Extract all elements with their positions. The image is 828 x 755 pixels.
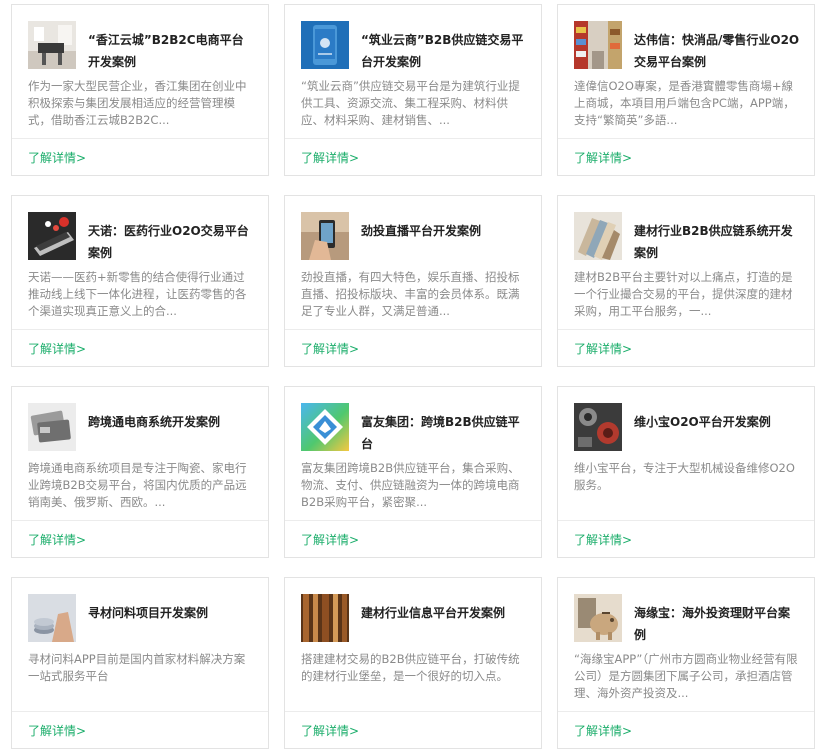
wood-texture-icon[interactable] xyxy=(301,594,349,642)
color-swatches-icon[interactable] xyxy=(574,212,622,260)
case-description: 搭建建材交易的B2B供应链平台，打破传统的建材行业堡垒，是一个很好的切入点。 xyxy=(301,652,520,683)
case-card[interactable]: 建材行业B2B供应链系统开发案例 建材B2B平台主要针对以上痛点，打造的是一个行… xyxy=(557,195,815,367)
case-title[interactable]: 海缘宝：海外投资理财平台案例 xyxy=(634,602,800,646)
bank-cards-icon[interactable] xyxy=(28,403,76,451)
case-card-header: 维小宝O2O平台开发案例 xyxy=(574,403,800,455)
case-title[interactable]: 天诺：医药行业O2O交易平台案例 xyxy=(88,220,254,264)
case-card[interactable]: 富友集团：跨境B2B供应链平台 富友集团跨境B2B供应链平台，集合采购、物流、支… xyxy=(284,386,542,558)
case-description: “筑业云商”供应链交易平台是为建筑行业提供工具、资源交流、集工程采购、材料供应、… xyxy=(301,79,520,127)
case-description: 建材B2B平台主要针对以上痛点，打造的是一个行业撮合交易的平台，提供深度的建材采… xyxy=(574,270,793,318)
learn-more-link[interactable]: 了解详情> xyxy=(28,722,86,739)
case-card[interactable]: 建材行业信息平台开发案例 搭建建材交易的B2B供应链平台，打破传统的建材行业堡垒… xyxy=(284,577,542,749)
learn-more-link[interactable]: 了解详情> xyxy=(301,340,359,357)
case-title[interactable]: 寻材问料项目开发案例 xyxy=(88,602,254,624)
case-card[interactable]: 达伟信：快消品/零售行业O2O交易平台案例 達偉信O2O專案，是香港實體零售商場… xyxy=(557,4,815,176)
case-card-footer: 了解详情> xyxy=(12,711,268,748)
case-title[interactable]: 建材行业信息平台开发案例 xyxy=(361,602,527,624)
case-title[interactable]: 富友集团：跨境B2B供应链平台 xyxy=(361,411,527,455)
case-card[interactable]: 跨境通电商系统开发案例 跨境通电商系统项目是专注于陶瓷、家电行业跨境B2B交易平… xyxy=(11,386,269,558)
case-card[interactable]: “香江云城”B2B2C电商平台开发案例 作为一家大型民营企业，香江集团在创业中积… xyxy=(11,4,269,176)
case-card-footer: 了解详情> xyxy=(12,329,268,366)
machinery-parts-icon[interactable] xyxy=(574,403,622,451)
case-title[interactable]: “筑业云商”B2B供应链交易平台开发案例 xyxy=(361,29,527,73)
fuyou-logo-icon[interactable] xyxy=(301,403,349,451)
case-description: 作为一家大型民营企业，香江集团在创业中积极探索与集团发展相适应的经营管理模式，借… xyxy=(28,79,247,127)
case-card-footer: 了解详情> xyxy=(285,520,541,557)
case-description: 跨境通电商系统项目是专注于陶瓷、家电行业跨境B2B交易平台，将国内优质的产品远销… xyxy=(28,461,247,509)
case-card-header: 劲投直播平台开发案例 xyxy=(301,212,527,264)
case-title[interactable]: “香江云城”B2B2C电商平台开发案例 xyxy=(88,29,254,73)
case-description: “海缘宝APP”（广州市方圆商业物业经营有限公司）是方圆集团下属子公司，承担酒店… xyxy=(574,652,798,700)
case-card-header: “筑业云商”B2B供应链交易平台开发案例 xyxy=(301,21,527,73)
learn-more-link[interactable]: 了解详情> xyxy=(301,149,359,166)
case-card-footer: 了解详情> xyxy=(285,711,541,748)
case-title[interactable]: 维小宝O2O平台开发案例 xyxy=(634,411,800,433)
case-card[interactable]: 海缘宝：海外投资理财平台案例 “海缘宝APP”（广州市方圆商业物业经营有限公司）… xyxy=(557,577,815,749)
phone-app-icon[interactable] xyxy=(301,21,349,69)
case-card-header: 海缘宝：海外投资理财平台案例 xyxy=(574,594,800,646)
case-card-footer: 了解详情> xyxy=(12,520,268,557)
case-title[interactable]: 达伟信：快消品/零售行业O2O交易平台案例 xyxy=(634,29,800,73)
learn-more-link[interactable]: 了解详情> xyxy=(28,531,86,548)
supermarket-shelf-icon[interactable] xyxy=(574,21,622,69)
learn-more-link[interactable]: 了解详情> xyxy=(301,531,359,548)
case-card[interactable]: 寻材问料项目开发案例 寻材问料APP目前是国内首家材料解决方案一站式服务平台 了… xyxy=(11,577,269,749)
case-description: 劲投直播，有四大特色，娱乐直播、招投标直播、招投标版块、丰富的会员体系。既满足了… xyxy=(301,270,520,318)
case-title[interactable]: 跨境通电商系统开发案例 xyxy=(88,411,254,433)
case-card-header: 达伟信：快消品/零售行业O2O交易平台案例 xyxy=(574,21,800,73)
case-card-footer: 了解详情> xyxy=(558,329,814,366)
hand-phone-icon[interactable] xyxy=(301,212,349,260)
learn-more-link[interactable]: 了解详情> xyxy=(574,149,632,166)
case-description: 達偉信O2O專案，是香港實體零售商場+線上商城，本項目用戶端包含PC端，APP端… xyxy=(574,79,795,127)
case-card-footer: 了解详情> xyxy=(285,329,541,366)
case-card-header: 跨境通电商系统开发案例 xyxy=(28,403,254,455)
learn-more-link[interactable]: 了解详情> xyxy=(28,340,86,357)
learn-more-link[interactable]: 了解详情> xyxy=(574,531,632,548)
case-card[interactable]: 维小宝O2O平台开发案例 维小宝平台，专注于大型机械设备维修O2O服务。 了解详… xyxy=(557,386,815,558)
coins-hand-icon[interactable] xyxy=(28,594,76,642)
case-card-header: “香江云城”B2B2C电商平台开发案例 xyxy=(28,21,254,73)
case-card-header: 寻材问料项目开发案例 xyxy=(28,594,254,646)
case-card-header: 富友集团：跨境B2B供应链平台 xyxy=(301,403,527,455)
medicine-laptop-icon[interactable] xyxy=(28,212,76,260)
learn-more-link[interactable]: 了解详情> xyxy=(574,340,632,357)
case-grid: “香江云城”B2B2C电商平台开发案例 作为一家大型民营企业，香江集团在创业中积… xyxy=(0,0,828,755)
case-card-footer: 了解详情> xyxy=(558,520,814,557)
case-card[interactable]: “筑业云商”B2B供应链交易平台开发案例 “筑业云商”供应链交易平台是为建筑行业… xyxy=(284,4,542,176)
case-card-footer: 了解详情> xyxy=(285,138,541,175)
learn-more-link[interactable]: 了解详情> xyxy=(574,722,632,739)
case-description: 天诺——医药+新零售的结合使得行业通过推动线上线下一体化进程，让医药零售的各个渠… xyxy=(28,270,247,318)
office-photo-icon[interactable] xyxy=(28,21,76,69)
case-card-header: 建材行业B2B供应链系统开发案例 xyxy=(574,212,800,264)
case-title[interactable]: 建材行业B2B供应链系统开发案例 xyxy=(634,220,800,264)
learn-more-link[interactable]: 了解详情> xyxy=(28,149,86,166)
case-card[interactable]: 天诺：医药行业O2O交易平台案例 天诺——医药+新零售的结合使得行业通过推动线上… xyxy=(11,195,269,367)
case-description: 富友集团跨境B2B供应链平台，集合采购、物流、支付、供应链融资为一体的跨境电商B… xyxy=(301,461,520,509)
case-description: 寻材问料APP目前是国内首家材料解决方案一站式服务平台 xyxy=(28,652,246,683)
piggy-bank-icon[interactable] xyxy=(574,594,622,642)
case-card-footer: 了解详情> xyxy=(558,711,814,748)
case-description: 维小宝平台，专注于大型机械设备维修O2O服务。 xyxy=(574,461,795,492)
learn-more-link[interactable]: 了解详情> xyxy=(301,722,359,739)
case-card-footer: 了解详情> xyxy=(12,138,268,175)
case-card-header: 建材行业信息平台开发案例 xyxy=(301,594,527,646)
case-card-header: 天诺：医药行业O2O交易平台案例 xyxy=(28,212,254,264)
case-card-footer: 了解详情> xyxy=(558,138,814,175)
case-card[interactable]: 劲投直播平台开发案例 劲投直播，有四大特色，娱乐直播、招投标直播、招投标版块、丰… xyxy=(284,195,542,367)
case-title[interactable]: 劲投直播平台开发案例 xyxy=(361,220,527,242)
